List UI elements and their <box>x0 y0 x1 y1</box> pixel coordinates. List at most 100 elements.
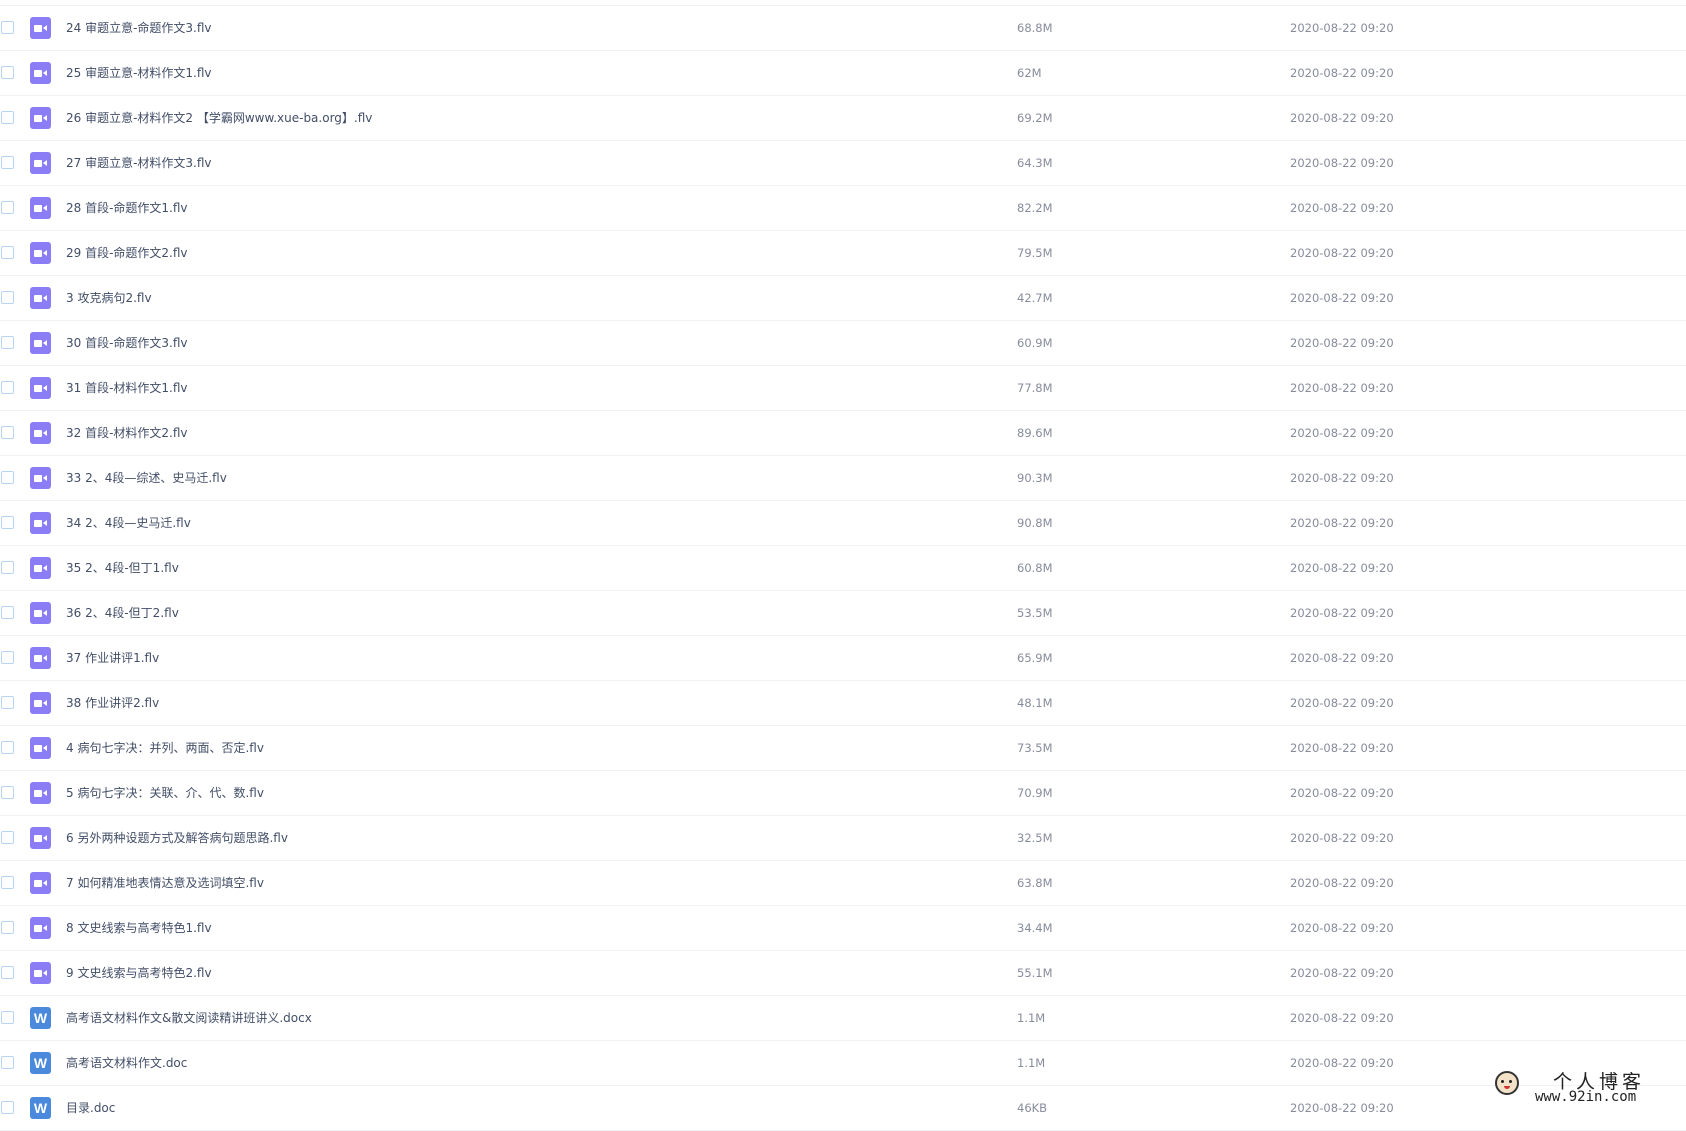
file-row[interactable]: 4 病句七字决：并列、两面、否定.flv 73.5M 2020-08-22 09:2… <box>0 726 1686 771</box>
file-modified-date: 2020-08-22 09:20 <box>1290 741 1394 755</box>
file-row[interactable]: 27 审题立意-材料作文3.flv 64.3M 2020-08-22 09:20 <box>0 141 1686 186</box>
file-name-link[interactable]: 26 审题立意-材料作文2 【学霸网www.xue-ba.org】.flv <box>66 96 372 140</box>
row-checkbox[interactable] <box>1 291 14 304</box>
file-row[interactable]: 37 作业讲评1.flv 65.9M 2020-08-22 09:20 <box>0 636 1686 681</box>
row-checkbox[interactable] <box>1 1011 14 1024</box>
file-name-link[interactable]: 高考语文材料作文.doc <box>66 1041 187 1085</box>
row-checkbox[interactable] <box>1 516 14 529</box>
file-modified-date: 2020-08-22 09:20 <box>1290 921 1394 935</box>
file-list: 24 审题立意-命题作文3.flv 68.8M 2020-08-22 09:20 25… <box>0 5 1686 1131</box>
video-file-icon <box>30 917 51 939</box>
file-size: 77.8M <box>1017 381 1053 395</box>
file-name-link[interactable]: 3 攻克病句2.flv <box>66 276 152 320</box>
watermark: 个人博客 www.92in.com <box>1495 1065 1680 1107</box>
video-file-icon <box>30 242 51 264</box>
file-row[interactable]: 33 2、4段—综述、史马迁.flv 90.3M 2020-08-22 09:20 <box>0 456 1686 501</box>
row-checkbox[interactable] <box>1 651 14 664</box>
file-row[interactable]: 9 文史线索与高考特色2.flv 55.1M 2020-08-22 09:20 <box>0 951 1686 996</box>
row-checkbox[interactable] <box>1 741 14 754</box>
file-name-link[interactable]: 29 首段-命题作文2.flv <box>66 231 188 275</box>
row-checkbox[interactable] <box>1 471 14 484</box>
file-name-link[interactable]: 30 首段-命题作文3.flv <box>66 321 188 365</box>
file-name-link[interactable]: 7 如何精准地表情达意及选词填空.flv <box>66 861 264 905</box>
file-name-link[interactable]: 25 审题立意-材料作文1.flv <box>66 51 212 95</box>
file-modified-date: 2020-08-22 09:20 <box>1290 606 1394 620</box>
row-checkbox[interactable] <box>1 201 14 214</box>
file-row[interactable]: 5 病句七字决：关联、介、代、数.flv 70.9M 2020-08-22 09:2… <box>0 771 1686 816</box>
file-name-link[interactable]: 36 2、4段-但丁2.flv <box>66 591 179 635</box>
file-row[interactable]: 6 另外两种设题方式及解答病句题思路.flv 32.5M 2020-08-22 09… <box>0 816 1686 861</box>
file-name-link[interactable]: 5 病句七字决：关联、介、代、数.flv <box>66 771 264 815</box>
video-file-icon <box>30 737 51 759</box>
row-checkbox[interactable] <box>1 606 14 619</box>
file-name-link[interactable]: 8 文史线索与高考特色1.flv <box>66 906 212 950</box>
row-checkbox[interactable] <box>1 21 14 34</box>
video-file-icon <box>30 827 51 849</box>
row-checkbox[interactable] <box>1 111 14 124</box>
file-row[interactable]: 目录.doc 46KB 2020-08-22 09:20 <box>0 1086 1686 1131</box>
file-name-link[interactable]: 高考语文材料作文&散文阅读精讲班讲义.docx <box>66 996 312 1040</box>
file-name-link[interactable]: 27 审题立意-材料作文3.flv <box>66 141 212 185</box>
row-checkbox[interactable] <box>1 696 14 709</box>
file-size: 42.7M <box>1017 291 1053 305</box>
row-checkbox[interactable] <box>1 336 14 349</box>
row-checkbox[interactable] <box>1 1101 14 1114</box>
file-row[interactable]: 25 审题立意-材料作文1.flv 62M 2020-08-22 09:20 <box>0 51 1686 96</box>
file-row[interactable]: 34 2、4段—史马迁.flv 90.8M 2020-08-22 09:20 <box>0 501 1686 546</box>
file-modified-date: 2020-08-22 09:20 <box>1290 561 1394 575</box>
file-name-link[interactable]: 38 作业讲评2.flv <box>66 681 159 725</box>
file-modified-date: 2020-08-22 09:20 <box>1290 381 1394 395</box>
word-document-icon <box>30 1097 51 1119</box>
file-name-link[interactable]: 24 审题立意-命题作文3.flv <box>66 6 212 50</box>
file-size: 73.5M <box>1017 741 1053 755</box>
file-row[interactable]: 24 审题立意-命题作文3.flv 68.8M 2020-08-22 09:20 <box>0 5 1686 51</box>
file-modified-date: 2020-08-22 09:20 <box>1290 831 1394 845</box>
file-size: 65.9M <box>1017 651 1053 665</box>
file-name-link[interactable]: 6 另外两种设题方式及解答病句题思路.flv <box>66 816 288 860</box>
file-row[interactable]: 8 文史线索与高考特色1.flv 34.4M 2020-08-22 09:20 <box>0 906 1686 951</box>
file-row[interactable]: 高考语文材料作文.doc 1.1M 2020-08-22 09:20 <box>0 1041 1686 1086</box>
file-size: 46KB <box>1017 1101 1048 1115</box>
file-row[interactable]: 31 首段-材料作文1.flv 77.8M 2020-08-22 09:20 <box>0 366 1686 411</box>
file-size: 60.9M <box>1017 336 1053 350</box>
file-name-link[interactable]: 目录.doc <box>66 1086 115 1130</box>
watermark-avatar-icon <box>1495 1071 1519 1095</box>
row-checkbox[interactable] <box>1 561 14 574</box>
file-size: 62M <box>1017 66 1042 80</box>
row-checkbox[interactable] <box>1 876 14 889</box>
row-checkbox[interactable] <box>1 786 14 799</box>
row-checkbox[interactable] <box>1 966 14 979</box>
file-row[interactable]: 38 作业讲评2.flv 48.1M 2020-08-22 09:20 <box>0 681 1686 726</box>
file-modified-date: 2020-08-22 09:20 <box>1290 1101 1394 1115</box>
row-checkbox[interactable] <box>1 1056 14 1069</box>
file-name-link[interactable]: 35 2、4段-但丁1.flv <box>66 546 179 590</box>
file-row[interactable]: 3 攻克病句2.flv 42.7M 2020-08-22 09:20 <box>0 276 1686 321</box>
row-checkbox[interactable] <box>1 246 14 259</box>
file-name-link[interactable]: 32 首段-材料作文2.flv <box>66 411 188 455</box>
row-checkbox[interactable] <box>1 921 14 934</box>
file-row[interactable]: 30 首段-命题作文3.flv 60.9M 2020-08-22 09:20 <box>0 321 1686 366</box>
file-row[interactable]: 29 首段-命题作文2.flv 79.5M 2020-08-22 09:20 <box>0 231 1686 276</box>
file-row[interactable]: 36 2、4段-但丁2.flv 53.5M 2020-08-22 09:20 <box>0 591 1686 636</box>
file-name-link[interactable]: 37 作业讲评1.flv <box>66 636 159 680</box>
row-checkbox[interactable] <box>1 66 14 79</box>
row-checkbox[interactable] <box>1 426 14 439</box>
file-name-link[interactable]: 28 首段-命题作文1.flv <box>66 186 188 230</box>
file-row[interactable]: 高考语文材料作文&散文阅读精讲班讲义.docx 1.1M 2020-08-22 09… <box>0 996 1686 1041</box>
file-row[interactable]: 32 首段-材料作文2.flv 89.6M 2020-08-22 09:20 <box>0 411 1686 456</box>
file-name-link[interactable]: 9 文史线索与高考特色2.flv <box>66 951 212 995</box>
row-checkbox[interactable] <box>1 381 14 394</box>
row-checkbox[interactable] <box>1 831 14 844</box>
file-row[interactable]: 7 如何精准地表情达意及选词填空.flv 63.8M 2020-08-22 09:2… <box>0 861 1686 906</box>
file-row[interactable]: 35 2、4段-但丁1.flv 60.8M 2020-08-22 09:20 <box>0 546 1686 591</box>
video-file-icon <box>30 332 51 354</box>
file-row[interactable]: 26 审题立意-材料作文2 【学霸网www.xue-ba.org】.flv 69.… <box>0 96 1686 141</box>
file-name-link[interactable]: 4 病句七字决：并列、两面、否定.flv <box>66 726 264 770</box>
video-file-icon <box>30 692 51 714</box>
file-name-link[interactable]: 33 2、4段—综述、史马迁.flv <box>66 456 227 500</box>
file-name-link[interactable]: 31 首段-材料作文1.flv <box>66 366 188 410</box>
file-name-link[interactable]: 34 2、4段—史马迁.flv <box>66 501 191 545</box>
row-checkbox[interactable] <box>1 156 14 169</box>
file-size: 48.1M <box>1017 696 1053 710</box>
file-row[interactable]: 28 首段-命题作文1.flv 82.2M 2020-08-22 09:20 <box>0 186 1686 231</box>
